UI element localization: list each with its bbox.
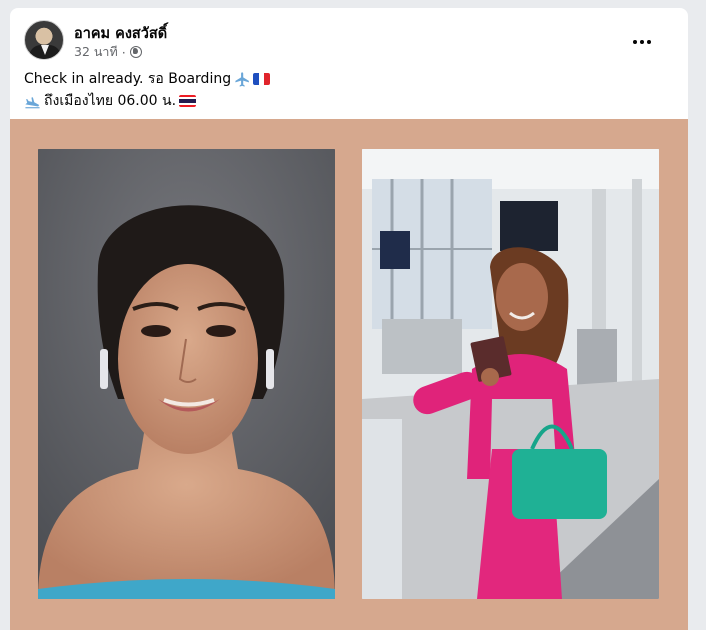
airport-illustration — [362, 149, 659, 599]
portrait-photo[interactable] — [38, 149, 335, 599]
post-media — [10, 119, 688, 630]
post-line-2-text: ถึงเมืองไทย 06.00 น. — [44, 93, 177, 109]
post-card: อาคม คงสวัสดิ์ 32 นาที · Check in alread… — [10, 8, 688, 630]
airport-photo[interactable] — [362, 149, 659, 599]
post-time[interactable]: 32 นาที — [74, 42, 118, 62]
france-flag-icon — [253, 73, 271, 85]
post-meta: 32 นาที · — [74, 42, 142, 62]
more-options-icon[interactable] — [630, 38, 654, 46]
dot — [647, 40, 651, 44]
thailand-flag-icon — [179, 95, 197, 107]
post-line-2: ถึงเมืองไทย 06.00 น. — [24, 90, 270, 112]
globe-icon[interactable] — [129, 46, 142, 58]
post-header: อาคม คงสวัสดิ์ 32 นาที · — [24, 20, 664, 60]
dot — [640, 40, 644, 44]
dot — [633, 40, 637, 44]
post-text: Check in already. รอ Boarding ถึงเมืองไท… — [24, 68, 271, 112]
airplane-icon — [235, 71, 249, 87]
airplane-landing-icon — [25, 96, 40, 108]
author-avatar[interactable] — [24, 20, 64, 60]
line1-emojis — [234, 71, 271, 88]
post-line-1: Check in already. รอ Boarding — [24, 68, 271, 90]
meta-separator: · — [121, 44, 126, 60]
post-line-1-text: Check in already. รอ Boarding — [24, 71, 232, 87]
portrait-illustration — [38, 149, 335, 599]
